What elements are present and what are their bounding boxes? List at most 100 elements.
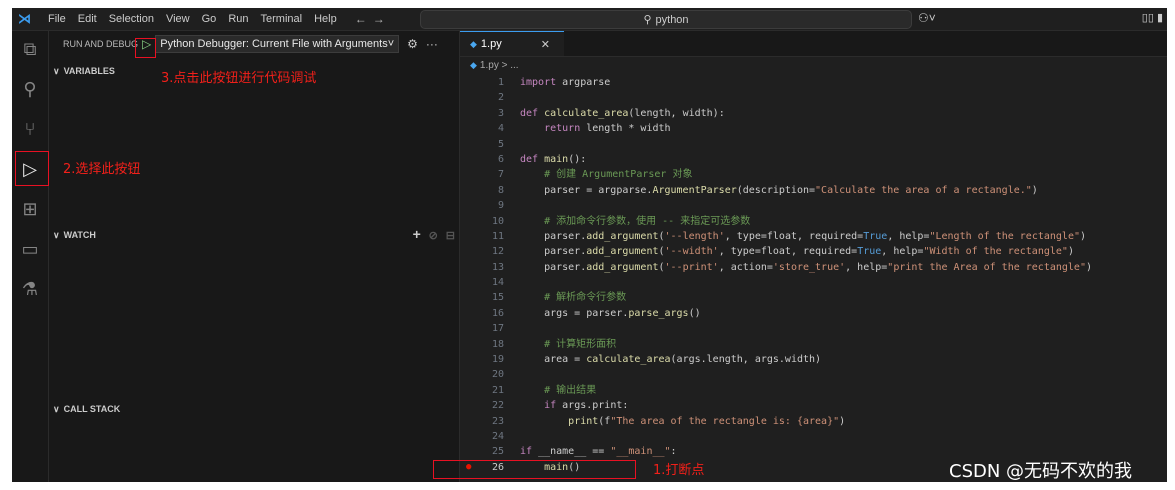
code-text: parser = argparse.ArgumentParser(descrip…	[520, 184, 1038, 196]
line-number: 15	[491, 292, 504, 304]
menu-terminal[interactable]: Terminal	[255, 13, 309, 25]
line-number: 11	[491, 230, 504, 242]
line-number: 2	[497, 92, 504, 104]
annotation-step2: 2.选择此按钮	[63, 162, 141, 177]
line-number: 6	[497, 153, 504, 165]
code-text: return length * width	[544, 123, 671, 135]
menu-edit[interactable]: Edit	[72, 13, 103, 25]
line-number: 25	[491, 446, 504, 458]
line-number: 17	[491, 323, 504, 335]
code-line[interactable]: 4 return length * width	[460, 121, 1167, 136]
run-and-debug-sidebar: RUN AND DEBUG ▷ Python Debugger: Current…	[49, 31, 460, 482]
watch-section[interactable]: ∨ WATCH + ⊘ ⊟	[49, 226, 459, 244]
menu-file[interactable]: File	[42, 13, 72, 25]
call-stack-section[interactable]: ∨ CALL STACK	[49, 400, 459, 418]
line-number: 16	[491, 307, 504, 319]
code-line[interactable]: 15 # 解析命令行参数	[460, 290, 1167, 305]
accounts-icon[interactable]: ⚇˅	[918, 11, 936, 25]
code-line[interactable]: 22 if args.print:	[460, 398, 1167, 413]
launch-config-select[interactable]: Python Debugger: Current File with Argum…	[155, 34, 400, 53]
line-number: 10	[491, 215, 504, 227]
line-number: 20	[491, 369, 504, 381]
search-icon: ⚲	[643, 14, 652, 26]
code-line[interactable]: 2	[460, 90, 1167, 105]
chevron-down-icon: ∨	[53, 403, 60, 414]
add-expression-icon[interactable]: +	[413, 226, 421, 242]
tab-1-py[interactable]: ◆ 1.py ✕	[460, 31, 564, 56]
code-line[interactable]: 23 print(f"The area of the rectangle is:…	[460, 414, 1167, 429]
code-line[interactable]: 1 import argparse	[460, 75, 1167, 90]
source-control-icon[interactable]: ⑂	[18, 117, 42, 141]
code-line[interactable]: 9	[460, 198, 1167, 213]
code-text: print(f"The area of the rectangle is: {a…	[568, 415, 846, 427]
code-line[interactable]: 8 parser = argparse.ArgumentParser(descr…	[460, 183, 1167, 198]
python-file-icon: ◆	[470, 38, 477, 49]
line-number: 8	[497, 184, 504, 196]
watermark: CSDN @无码不欢的我	[949, 461, 1133, 482]
code-text: def main():	[520, 153, 587, 165]
menu-help[interactable]: Help	[308, 13, 343, 25]
code-line[interactable]: 3 def calculate_area(length, width):	[460, 106, 1167, 121]
code-text: parser.add_argument('--print', action='s…	[520, 261, 1093, 273]
code-text: area = calculate_area(args.length, args.…	[520, 354, 822, 366]
code-line[interactable]: 16 args = parser.parse_args()	[460, 306, 1167, 321]
refresh-icon[interactable]: ⊘	[429, 230, 438, 242]
more-actions-icon[interactable]: ···	[426, 37, 438, 51]
menu-selection[interactable]: Selection	[103, 13, 160, 25]
python-file-icon: ◆	[470, 59, 477, 70]
collapse-all-icon[interactable]: ⊟	[446, 230, 455, 242]
menu-go[interactable]: Go	[196, 13, 223, 25]
nav-back-forward-icon[interactable]: ←→	[355, 12, 391, 26]
code-line[interactable]: 18 # 计算矩形面积	[460, 337, 1167, 352]
code-text: # 解析命令行参数	[520, 292, 627, 304]
code-line[interactable]: 20	[460, 367, 1167, 382]
code-line[interactable]: 24	[460, 429, 1167, 444]
code-line[interactable]: 10 # 添加命令行参数，使用 -- 来指定可选参数	[460, 214, 1167, 229]
menu-view[interactable]: View	[160, 13, 196, 25]
code-line[interactable]: 12 parser.add_argument('--width', type=f…	[460, 244, 1167, 259]
search-view-icon[interactable]: ⚲	[18, 77, 42, 101]
line-number: 18	[491, 338, 504, 350]
title-bar: ⋊ File Edit Selection View Go Run Termin…	[12, 8, 1167, 31]
testing-icon[interactable]: ⚗	[18, 277, 42, 301]
editor-tabs: ◆ 1.py ✕	[460, 31, 1167, 57]
code-text: import argparse	[520, 77, 611, 88]
code-line[interactable]: 7 # 创建 ArgumentParser 对象	[460, 167, 1167, 182]
command-center-search[interactable]: ⚲ python	[420, 10, 912, 29]
line-number: 3	[497, 107, 504, 119]
annotation-box-debug-icon	[15, 151, 49, 186]
close-icon[interactable]: ✕	[541, 38, 550, 51]
line-number: 7	[497, 169, 504, 181]
code-text: if args.print:	[544, 400, 629, 412]
layout-controls-icon[interactable]: ▯▯ ▮	[1142, 11, 1163, 24]
chevron-down-icon: ∨	[53, 65, 60, 76]
gear-icon[interactable]: ⚙	[407, 37, 418, 51]
code-line[interactable]: 19 area = calculate_area(args.length, ar…	[460, 352, 1167, 367]
line-number: 12	[491, 246, 504, 258]
annotation-step3: 3.点击此按钮进行代码调试	[161, 71, 317, 86]
annotation-box-play	[135, 38, 156, 58]
extensions-icon[interactable]: ⊞	[18, 197, 42, 221]
explorer-icon[interactable]: ⧉	[18, 37, 42, 61]
code-view[interactable]: 1 import argparse 2 3 def calculate_area(len…	[460, 75, 1167, 475]
code-text: # 创建 ArgumentParser 对象	[520, 169, 693, 181]
code-line[interactable]: 13 parser.add_argument('--print', action…	[460, 260, 1167, 275]
code-line[interactable]: 6 def main():	[460, 152, 1167, 167]
line-number: 24	[491, 430, 504, 442]
activity-bar: ⧉ ⚲ ⑂ ▷ ⊞ ▭ ⚗	[12, 31, 49, 482]
code-line[interactable]: 17	[460, 321, 1167, 336]
breadcrumb[interactable]: ◆ 1.py > ...	[460, 57, 1167, 73]
code-line[interactable]: 21 # 输出结果	[460, 383, 1167, 398]
remote-explorer-icon[interactable]: ▭	[18, 237, 42, 261]
line-number: 19	[491, 354, 504, 366]
code-line[interactable]: 11 parser.add_argument('--length', type=…	[460, 229, 1167, 244]
menu-run[interactable]: Run	[222, 13, 254, 25]
line-number: 4	[497, 123, 504, 135]
code-text: # 计算矩形面积	[520, 338, 617, 350]
annotation-box-breakpoint	[433, 460, 636, 479]
code-text: # 添加命令行参数，使用 -- 来指定可选参数	[520, 215, 751, 227]
code-line[interactable]: 14	[460, 275, 1167, 290]
code-line[interactable]: 5	[460, 137, 1167, 152]
code-text: args = parser.parse_args()	[520, 307, 701, 319]
vscode-logo-icon: ⋊	[18, 11, 31, 26]
